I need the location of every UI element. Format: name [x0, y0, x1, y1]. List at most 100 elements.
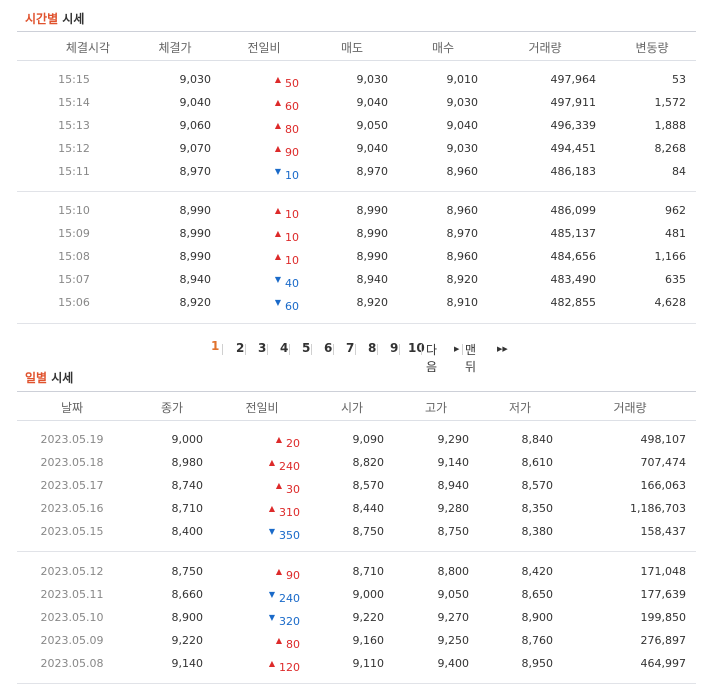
change-value: 90 — [285, 146, 299, 159]
page-divider — [222, 344, 223, 355]
close-cell: 8,660 — [171, 588, 204, 601]
time-cell: 15:11 — [58, 165, 90, 178]
down-triangle-icon: ▼ — [268, 613, 275, 622]
page-divider — [311, 344, 312, 355]
low-cell: 8,760 — [521, 634, 554, 647]
price-cell: 9,070 — [179, 142, 212, 155]
page-link-2[interactable]: 2 — [236, 341, 244, 355]
page-link-8[interactable]: 8 — [368, 341, 376, 355]
close-cell: 8,900 — [171, 611, 204, 624]
column-header: 체결가 — [158, 41, 192, 55]
delta-cell: 4,628 — [654, 296, 687, 309]
page-link-6[interactable]: 6 — [324, 341, 332, 355]
change-value: 20 — [286, 437, 300, 450]
daily-title-rest: 시세 — [47, 371, 74, 385]
low-cell: 8,420 — [521, 565, 554, 578]
up-triangle-icon: ▲ — [275, 435, 282, 444]
change-cell: ▼ 240 — [269, 588, 300, 605]
table-row: 15:15 9,030 ▲ 50 9,030 9,010 497,964 53 — [17, 69, 696, 92]
next-page-link[interactable]: 다음 — [426, 341, 437, 375]
time-table-header: 체결시각 체결가 전일비 매도 매수 거래량 변동량 — [17, 31, 696, 61]
page-link-3[interactable]: 3 — [258, 341, 266, 355]
change-value: 10 — [285, 231, 299, 244]
change-value: 10 — [285, 254, 299, 267]
bid-cell: 9,030 — [446, 96, 479, 109]
date-cell: 2023.05.19 — [40, 433, 104, 446]
open-cell: 8,440 — [352, 502, 385, 515]
date-cell: 2023.05.12 — [40, 565, 104, 578]
bid-cell: 9,010 — [446, 73, 479, 86]
change-value: 350 — [279, 529, 300, 542]
daily-section-title: 일별 시세 — [25, 369, 73, 386]
open-cell: 9,090 — [352, 433, 385, 446]
table-row: 2023.05.12 8,750 ▲ 90 8,710 8,800 8,420 171,048 — [17, 561, 696, 584]
high-cell: 8,940 — [437, 479, 470, 492]
time-cell: 15:12 — [58, 142, 90, 155]
volume-cell: 483,490 — [550, 273, 597, 286]
close-cell: 8,710 — [171, 502, 204, 515]
volume-cell: 166,063 — [640, 479, 687, 492]
close-cell: 8,750 — [171, 565, 204, 578]
price-cell: 8,940 — [179, 273, 212, 286]
ask-cell: 9,030 — [356, 73, 389, 86]
delta-cell: 1,888 — [654, 119, 687, 132]
bid-cell: 9,030 — [446, 142, 479, 155]
volume-cell: 199,850 — [640, 611, 687, 624]
low-cell: 8,840 — [521, 433, 554, 446]
bid-cell: 8,960 — [446, 165, 479, 178]
low-cell: 8,570 — [521, 479, 554, 492]
column-header: 전일비 — [245, 401, 279, 415]
price-cell: 8,990 — [179, 250, 212, 263]
table-row: 15:12 9,070 ▲ 90 9,040 9,030 494,451 8,268 — [17, 138, 696, 161]
down-triangle-icon: ▼ — [268, 527, 275, 536]
row-divider — [17, 323, 696, 324]
date-cell: 2023.05.18 — [40, 456, 104, 469]
page-divider — [333, 344, 334, 355]
table-row: 2023.05.10 8,900 ▼ 320 9,220 9,270 8,900 199,85… — [17, 607, 696, 630]
close-cell: 9,000 — [171, 433, 204, 446]
change-cell: ▲ 90 — [275, 142, 299, 159]
high-cell: 8,750 — [437, 525, 470, 538]
page-divider — [462, 344, 463, 355]
page-link-7[interactable]: 7 — [346, 341, 354, 355]
next-triangle-icon: ▶ — [454, 345, 460, 353]
change-cell: ▼ 40 — [275, 273, 299, 290]
delta-cell: 1,572 — [654, 96, 687, 109]
change-value: 240 — [279, 592, 300, 605]
daily-title-accent: 일별 — [25, 371, 48, 385]
column-header: 전일비 — [247, 41, 281, 55]
table-row: 15:13 9,060 ▲ 80 9,050 9,040 496,339 1,888 — [17, 115, 696, 138]
ask-cell: 8,990 — [356, 250, 389, 263]
time-cell: 15:10 — [58, 204, 90, 217]
change-value: 120 — [279, 661, 300, 674]
change-cell: ▲ 20 — [275, 433, 300, 450]
change-value: 60 — [285, 300, 299, 313]
last-page-link[interactable]: 맨뒤 — [465, 341, 476, 375]
time-title-rest: 시세 — [58, 12, 85, 26]
low-cell: 8,610 — [521, 456, 554, 469]
page-divider — [377, 344, 378, 355]
page-link-9[interactable]: 9 — [390, 341, 398, 355]
volume-cell: 482,855 — [550, 296, 597, 309]
ask-cell: 8,920 — [356, 296, 389, 309]
time-cell: 15:07 — [58, 273, 90, 286]
date-cell: 2023.05.08 — [40, 657, 104, 670]
date-cell: 2023.05.16 — [40, 502, 104, 515]
page-current[interactable]: 1 — [211, 339, 219, 353]
page-link-10[interactable]: 10 — [408, 341, 425, 355]
ask-cell: 9,050 — [356, 119, 389, 132]
volume-cell: 484,656 — [550, 250, 597, 263]
high-cell: 9,280 — [437, 502, 470, 515]
change-cell: ▲ 10 — [275, 204, 299, 221]
volume-cell: 276,897 — [640, 634, 687, 647]
down-triangle-icon: ▼ — [274, 167, 281, 176]
page-link-5[interactable]: 5 — [302, 341, 310, 355]
change-value: 80 — [286, 638, 300, 651]
up-triangle-icon: ▲ — [274, 98, 281, 107]
table-row: 2023.05.17 8,740 ▲ 30 8,570 8,940 8,570 166,063 — [17, 475, 696, 498]
delta-cell: 481 — [665, 227, 686, 240]
page-link-4[interactable]: 4 — [280, 341, 288, 355]
change-value: 30 — [286, 483, 300, 496]
volume-cell: 1,186,703 — [630, 502, 686, 515]
column-header: 종가 — [160, 401, 184, 415]
